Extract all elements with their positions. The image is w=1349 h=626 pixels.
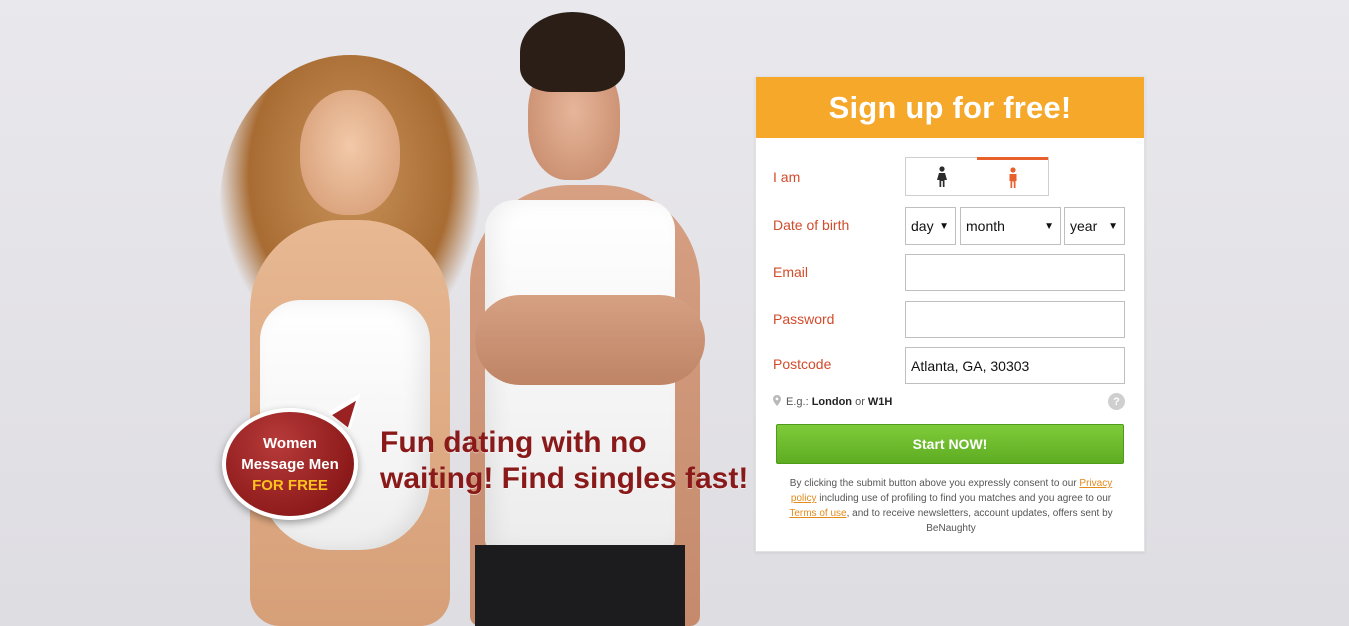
postcode-field[interactable] <box>905 347 1125 384</box>
dob-day-value: day <box>911 218 934 234</box>
legal-consent-text: By clicking the submit button above you … <box>781 476 1121 536</box>
help-icon[interactable]: ? <box>1108 393 1125 410</box>
legal-text-1: By clicking the submit button above you … <box>789 478 1077 489</box>
terms-of-use-link[interactable]: Terms of use <box>789 508 846 519</box>
caret-down-icon: ▼ <box>1108 220 1118 232</box>
dob-row: Date of birth day ▼ month ▼ year ▼ <box>773 207 1125 245</box>
hint-prefix: E.g.: <box>786 396 809 408</box>
gender-option-male[interactable] <box>977 157 1048 195</box>
woman-face <box>300 90 400 215</box>
hint-or: or <box>855 396 865 408</box>
postcode-row: Postcode <box>773 347 1125 384</box>
postcode-hint: E.g.: London or W1H <box>773 395 892 409</box>
gender-row: I am <box>773 157 1125 197</box>
man-pants <box>475 545 685 626</box>
signup-title: Sign up for free! <box>828 89 1072 125</box>
caret-down-icon: ▼ <box>1044 220 1054 232</box>
man-crossed-arms <box>475 295 705 385</box>
dob-year-select[interactable]: year ▼ <box>1064 207 1125 245</box>
hint-example-1: London <box>811 396 853 408</box>
postcode-label: Postcode <box>773 356 832 372</box>
start-now-button[interactable]: Start NOW! <box>776 424 1124 464</box>
hero-tagline: Fun dating with no waiting! Find singles… <box>380 426 749 495</box>
badge-line-1: Women <box>263 434 317 452</box>
password-row: Password <box>773 301 1125 338</box>
gender-option-female[interactable] <box>906 158 977 195</box>
promo-badge: Women Message Men FOR FREE <box>222 408 358 520</box>
caret-down-icon: ▼ <box>939 220 949 232</box>
dob-label: Date of birth <box>773 217 850 233</box>
legal-text-2: including use of profiling to find you m… <box>819 493 1112 504</box>
email-row: Email <box>773 254 1125 291</box>
dob-year-value: year <box>1070 218 1098 234</box>
dob-month-select[interactable]: month ▼ <box>960 207 1061 245</box>
female-figure-icon <box>936 165 947 187</box>
password-label: Password <box>773 311 835 327</box>
gender-selector <box>905 157 1049 196</box>
badge-line-3: FOR FREE <box>252 476 328 494</box>
man-hair <box>520 12 625 92</box>
email-field[interactable] <box>905 254 1125 291</box>
hero-photo <box>200 0 740 626</box>
signup-header: Sign up for free! <box>756 77 1144 138</box>
dob-month-value: month <box>966 218 1005 234</box>
male-figure-icon <box>1009 166 1016 188</box>
map-pin-icon <box>773 395 781 409</box>
legal-text-3: , and to receive newsletters, account up… <box>846 508 1113 534</box>
iam-label: I am <box>773 169 801 185</box>
email-label: Email <box>773 264 809 280</box>
hint-example-2: W1H <box>867 396 893 408</box>
badge-line-2: Message Men <box>241 455 339 473</box>
password-field[interactable] <box>905 301 1125 338</box>
dob-day-select[interactable]: day ▼ <box>905 207 956 245</box>
signup-card: Sign up for free! I am Date of birth day <box>755 76 1145 552</box>
